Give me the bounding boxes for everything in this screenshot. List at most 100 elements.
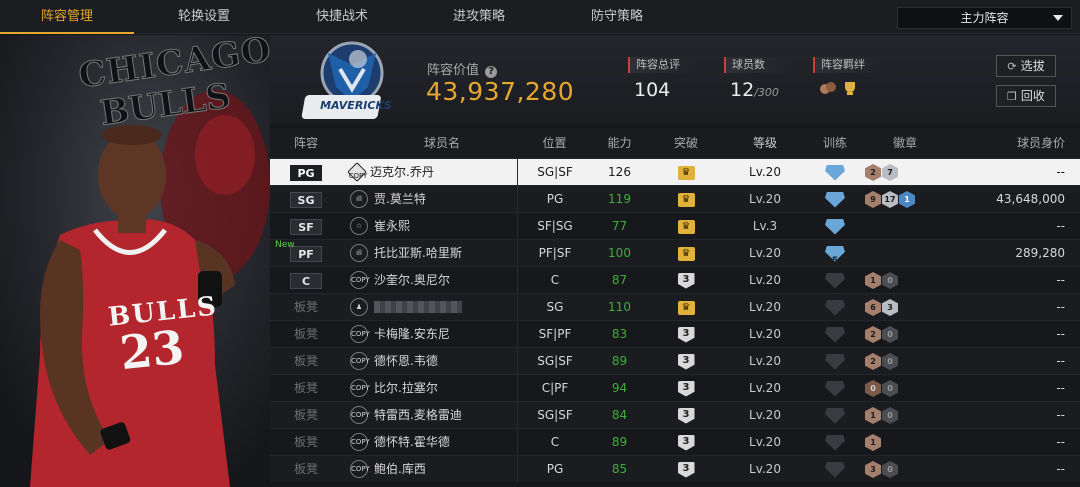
player-mark-text: ıll	[356, 195, 362, 203]
top-tab-bar: 阵容管理 轮换设置 快捷战术 进攻策略 防守策略 主力阵容	[0, 0, 1080, 34]
slot-cell[interactable]: 板凳	[270, 429, 342, 455]
slot-cell[interactable]: C	[270, 267, 342, 293]
slot-cell[interactable]: SG	[270, 186, 342, 212]
table-row[interactable]: 板凳 COPY 特雷西.麦格雷迪 SG|SF 84 3 Lv.20 1 0 --	[270, 401, 1080, 428]
table-row[interactable]: C COPY 沙奎尔.奥尼尔 C 87 3 Lv.20 1 0 --	[270, 266, 1080, 293]
player-mark-text: COPY	[351, 438, 370, 446]
name-cell[interactable]: ♟	[342, 294, 517, 320]
badge-icon[interactable]: 3	[865, 461, 881, 478]
bond-icons[interactable]	[813, 79, 883, 97]
name-cell[interactable]: ıll 托比亚斯.哈里斯	[342, 240, 517, 266]
col-badges[interactable]: 徽章	[865, 128, 945, 158]
training-shield-icon[interactable]	[825, 434, 845, 451]
col-level[interactable]: 等级	[725, 128, 805, 158]
badge-icon[interactable]: 7	[882, 164, 898, 181]
name-cell[interactable]: COPY 德怀恩.韦德	[342, 348, 517, 374]
badge-icon[interactable]: 1	[865, 407, 881, 424]
badge-icon[interactable]: 2	[865, 164, 881, 181]
badge-icon[interactable]: 1	[865, 434, 881, 451]
breakthrough-cell: 3	[647, 375, 725, 401]
badge-icon[interactable]: 0	[882, 272, 898, 289]
col-position[interactable]: 位置	[517, 128, 592, 158]
training-shield-icon[interactable]	[825, 407, 845, 424]
name-cell[interactable]: COPY 特雷西.麦格雷迪	[342, 402, 517, 428]
name-cell[interactable]: ☆ 崔永熙	[342, 213, 517, 239]
col-breakthrough[interactable]: 突破	[647, 128, 725, 158]
col-name[interactable]: 球员名	[342, 128, 517, 158]
badge-icon[interactable]: 0	[882, 353, 898, 370]
lineup-dropdown[interactable]: 主力阵容	[897, 7, 1072, 29]
training-shield-icon[interactable]	[825, 326, 845, 343]
training-shield-icon[interactable]	[825, 191, 845, 208]
name-cell[interactable]: COPY 德怀特.霍华德	[342, 429, 517, 455]
table-row[interactable]: 板凳 COPY 卡梅隆.安东尼 SF|PF 83 3 Lv.20 2 0 --	[270, 320, 1080, 347]
table-row[interactable]: SF ☆ 崔永熙 SF|SG 77 ♛ Lv.3 --	[270, 212, 1080, 239]
badge-icon[interactable]: 2	[865, 326, 881, 343]
badge-icon[interactable]: 9	[865, 191, 881, 208]
training-shield-icon[interactable]	[825, 164, 845, 181]
badge-icon[interactable]: 0	[882, 380, 898, 397]
training-cell	[805, 348, 865, 374]
slot-cell[interactable]: 板凳	[270, 456, 342, 482]
slot-cell[interactable]: PG	[270, 159, 342, 185]
table-row[interactable]: PF New ıll 托比亚斯.哈里斯 PF|SF 100 ♛ Lv.20 5 289,280	[270, 239, 1080, 266]
name-cell[interactable]: ıll 贾.莫兰特	[342, 186, 517, 212]
name-cell[interactable]: COPY 鲍伯.库西	[342, 456, 517, 482]
training-shield-icon[interactable]	[825, 380, 845, 397]
name-cell[interactable]: COPY 迈克尔.乔丹	[342, 159, 517, 185]
slot-cell[interactable]: PF New	[270, 240, 342, 266]
tab-lineup-management[interactable]: 阵容管理	[0, 0, 134, 34]
table-row[interactable]: 板凳 COPY 鲍伯.库西 PG 85 3 Lv.20 3 0 --	[270, 455, 1080, 482]
training-shield-icon[interactable]	[825, 461, 845, 478]
badge-list: 1	[865, 429, 945, 455]
badge-icon[interactable]: 1	[865, 272, 881, 289]
table-row[interactable]: 板凳 COPY 德怀特.霍华德 C 89 3 Lv.20 1 --	[270, 428, 1080, 455]
col-slot[interactable]: 阵容	[270, 128, 342, 158]
tab-rotation-settings[interactable]: 轮换设置	[134, 0, 274, 34]
slot-cell[interactable]: 板凳	[270, 321, 342, 347]
name-cell[interactable]: COPY 比尔.拉塞尔	[342, 375, 517, 401]
level-cell: Lv.3	[752, 219, 778, 233]
badge-icon[interactable]: 17	[882, 191, 898, 208]
badge-icon[interactable]: 3	[882, 299, 898, 316]
slot-cell[interactable]: 板凳	[270, 375, 342, 401]
lineup-summary: MAVERICKS 阵容价值 ? 43,937,280 阵容总评 104 球员数…	[270, 35, 1080, 125]
badge-icon[interactable]: 1	[899, 191, 915, 208]
name-cell[interactable]: COPY 卡梅隆.安东尼	[342, 321, 517, 347]
tab-quick-tactics[interactable]: 快捷战术	[274, 0, 410, 34]
player-mark-text: COPY	[351, 465, 370, 473]
recycle-button[interactable]: ❐ 回收	[996, 85, 1056, 107]
badge-icon[interactable]: 0	[882, 407, 898, 424]
bond-handshake-icon[interactable]	[819, 79, 837, 97]
col-training[interactable]: 训练	[805, 128, 865, 158]
slot-cell[interactable]: SF	[270, 213, 342, 239]
player-name: 沙奎尔.奥尼尔	[374, 272, 450, 287]
name-cell[interactable]: COPY 沙奎尔.奥尼尔	[342, 267, 517, 293]
badge-icon[interactable]: 0	[882, 326, 898, 343]
training-shield-icon[interactable]	[825, 218, 845, 235]
badge-icon[interactable]: 6	[865, 299, 881, 316]
table-row[interactable]: 板凳 COPY 德怀恩.韦德 SG|SF 89 3 Lv.20 2 0 --	[270, 347, 1080, 374]
col-player-value[interactable]: 球员身价	[945, 128, 1080, 158]
training-shield-icon[interactable]: 5	[825, 245, 845, 262]
position-cell: SG|SF	[517, 348, 592, 374]
select-button[interactable]: ⟳ 选拔	[996, 55, 1056, 77]
badge-icon[interactable]: 0	[882, 461, 898, 478]
bond-trophy-icon[interactable]	[841, 79, 859, 97]
table-row[interactable]: PG COPY 迈克尔.乔丹 SG|SF 126 ♛ Lv.20 2 7 --	[270, 158, 1080, 185]
table-row[interactable]: 板凳 ♟ SG 110 ♛ Lv.20 6 3 --	[270, 293, 1080, 320]
training-shield-icon[interactable]	[825, 353, 845, 370]
table-row[interactable]: 板凳 COPY 比尔.拉塞尔 C|PF 94 3 Lv.20 0 0 --	[270, 374, 1080, 401]
training-shield-icon[interactable]	[825, 299, 845, 316]
player-value-cell: --	[1056, 408, 1065, 422]
col-ability[interactable]: 能力	[592, 128, 647, 158]
tab-offense-strategy[interactable]: 进攻策略	[410, 0, 548, 34]
badge-icon[interactable]: 2	[865, 353, 881, 370]
slot-cell[interactable]: 板凳	[270, 294, 342, 320]
slot-cell[interactable]: 板凳	[270, 402, 342, 428]
slot-cell[interactable]: 板凳	[270, 348, 342, 374]
badge-icon[interactable]: 0	[865, 380, 881, 397]
tab-defense-strategy[interactable]: 防守策略	[548, 0, 686, 34]
training-shield-icon[interactable]	[825, 272, 845, 289]
table-row[interactable]: SG ıll 贾.莫兰特 PG 119 ♛ Lv.20 9 17 1 43,648,000	[270, 185, 1080, 212]
